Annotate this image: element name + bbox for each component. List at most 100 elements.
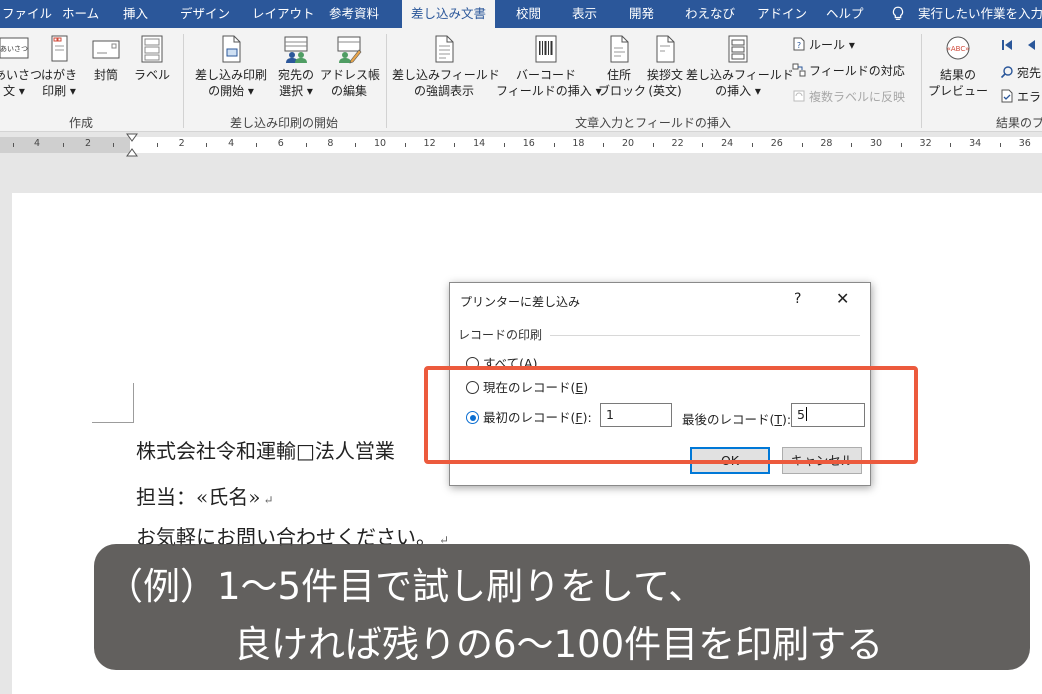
greeting-button[interactable]: あいさつ あいさつ 文 ▾ (0, 34, 42, 99)
tab-help[interactable]: ヘルプ (826, 0, 864, 28)
highlight-box (424, 366, 918, 464)
lightbulb-icon (892, 6, 904, 20)
tab-design[interactable]: デザイン (180, 0, 230, 28)
document-line-contact: 担当：«氏名» ↵ (136, 481, 274, 510)
labels-icon (141, 35, 163, 63)
recipients-label-1: 宛先の (277, 68, 314, 82)
group-separator (183, 34, 184, 128)
greeting-line-label-1: 挨拶文 (646, 68, 683, 82)
tab-insert[interactable]: 挿入 (123, 0, 148, 28)
paragraph-mark: ↵ (263, 493, 274, 507)
ruler-number: 30 (869, 138, 883, 149)
match-fields-label: フィールドの対応 (809, 64, 905, 78)
start-merge-label-2: の開始 ▾ (208, 84, 254, 98)
barcode-icon (535, 35, 557, 63)
insert-field-label-1: 差し込みフィールド (686, 68, 794, 82)
tab-home[interactable]: ホーム (62, 0, 99, 28)
ruler-number: 20 (621, 138, 635, 149)
company-text: 株式会社令和運輸□法人営業 (136, 439, 395, 463)
ruler-strip: 4 2 2 4 6 8 10 12 14 16 18 20 22 24 26 28 30 32 34 36 (0, 137, 1042, 153)
dialog-title: プリンターに差し込み (460, 295, 581, 309)
match-fields-button[interactable]: フィールドの対応 (792, 62, 905, 80)
ruler-number: 34 (969, 138, 982, 149)
tab-addins[interactable]: アドイン (757, 0, 807, 28)
tab-mailings[interactable]: 差し込み文書 (402, 0, 496, 28)
ruler-tick (702, 143, 704, 147)
group-separator (386, 34, 387, 128)
ruler-tick (63, 143, 64, 147)
tab-developer[interactable]: 開発 (629, 0, 654, 28)
tab-review[interactable]: 校閲 (516, 0, 541, 28)
svg-text:?: ? (797, 41, 801, 50)
update-labels-icon (793, 90, 805, 102)
tab-file[interactable]: ファイル (2, 0, 52, 28)
ruler-number: 26 (770, 138, 783, 149)
select-recipients-button[interactable]: 宛先の 選択 ▾ (274, 34, 318, 99)
ruler-number: 4 (33, 138, 41, 149)
caption-line-2: 良ければ残りの6～100件目を印刷する (234, 623, 884, 666)
ruler-number: 2 (178, 138, 185, 149)
indent-marker-icon[interactable] (126, 133, 138, 157)
ruler-number: 4 (228, 138, 235, 149)
preview-results-button[interactable]: «ABC» 結果の プレビュー (927, 34, 989, 99)
tab-view[interactable]: 表示 (572, 0, 597, 28)
ruler-number: 28 (820, 138, 833, 149)
ruler-number: 16 (522, 138, 535, 149)
ruler-number: 32 (919, 138, 932, 149)
ruler-tick (404, 143, 406, 147)
find-recipient-button[interactable]: 宛先 (1000, 64, 1041, 82)
address-block-button[interactable]: 住所 ブロック (598, 34, 647, 99)
rules-button[interactable]: ? ルール ▾ (792, 36, 855, 54)
tab-references[interactable]: 参考資料 (329, 0, 379, 28)
caption-overlay: （例）1～5件目で試し刷りをして、 良ければ残りの6～100件目を印刷する (94, 544, 1030, 670)
ruler-margin-area (0, 137, 130, 153)
horizontal-ruler[interactable]: 4 2 2 4 6 8 10 12 14 16 18 20 22 24 26 28 30 32 34 36 (0, 133, 1042, 157)
ruler-tick (1000, 143, 1001, 147)
labels-button[interactable]: ラベル (132, 34, 172, 83)
postcard-label-1: はがき (40, 68, 77, 82)
ruler-tick (113, 143, 114, 147)
ruler-number: 8 (327, 138, 334, 149)
group-separator (921, 34, 922, 128)
ruler-number: 36 (1018, 138, 1031, 149)
edit-recipient-list-button[interactable]: アドレス帳 の編集 (320, 34, 380, 99)
envelope-button[interactable]: 封筒 (88, 34, 124, 83)
highlight-merge-fields-button[interactable]: 差し込みフィールド の強調表示 (392, 34, 500, 99)
start-mail-merge-button[interactable]: 差し込み印刷 の開始 ▾ (190, 34, 272, 99)
greeting-line-button[interactable]: 挨拶文 (英文) (642, 34, 688, 99)
ruler-tick (950, 143, 952, 147)
envelope-icon (92, 40, 120, 59)
recipients-label-2: 選択 ▾ (279, 84, 313, 98)
edit-list-label-2: の編集 (330, 84, 367, 98)
help-button[interactable]: ? (794, 291, 801, 307)
first-record-icon[interactable] (1000, 38, 1014, 52)
tab-layout[interactable]: レイアウト (252, 0, 315, 28)
caption-line-1: （例）1～5件目で試し刷りをして、 (106, 565, 706, 608)
greeting-line-label-2: (英文) (648, 84, 682, 98)
ruler-tick (851, 143, 853, 147)
highlight-fields-icon (435, 35, 454, 63)
contact-text: 担当：«氏名» (136, 485, 261, 509)
document-merge-icon (222, 35, 241, 63)
insert-merge-field-button[interactable]: 差し込みフィールド の挿入 ▾ (686, 34, 794, 99)
document-line-company: 株式会社令和運輸□法人営業 (136, 435, 395, 464)
previous-record-icon[interactable] (1024, 38, 1038, 52)
postcard-print-button[interactable]: はがき 印刷 ▾ (38, 34, 80, 99)
ruler-tick (900, 143, 902, 147)
tab-waenavi[interactable]: わえなび (685, 0, 735, 28)
check-errors-button[interactable]: エラー (1000, 88, 1042, 106)
ruler-number: 12 (423, 138, 436, 149)
greeting-label-2: 文 ▾ (3, 84, 25, 98)
address-block-label-2: ブロック (598, 84, 647, 98)
close-button[interactable]: ✕ (836, 289, 849, 308)
insert-barcode-field-button[interactable]: バーコード フィールドの挿入 ▾ (496, 34, 602, 99)
check-errors-icon (1001, 89, 1013, 103)
insert-field-icon (728, 35, 748, 63)
update-labels-button[interactable]: 複数ラベルに反映 (792, 88, 905, 106)
barcode-label-2: フィールドの挿入 ▾ (496, 84, 602, 98)
tell-me-search[interactable]: 実行したい作業を入力し (918, 0, 1042, 28)
address-block-label-1: 住所 (606, 68, 631, 82)
ruler-number: 10 (373, 138, 387, 149)
ruler-tick (355, 143, 357, 147)
ruler-tick (13, 143, 14, 147)
